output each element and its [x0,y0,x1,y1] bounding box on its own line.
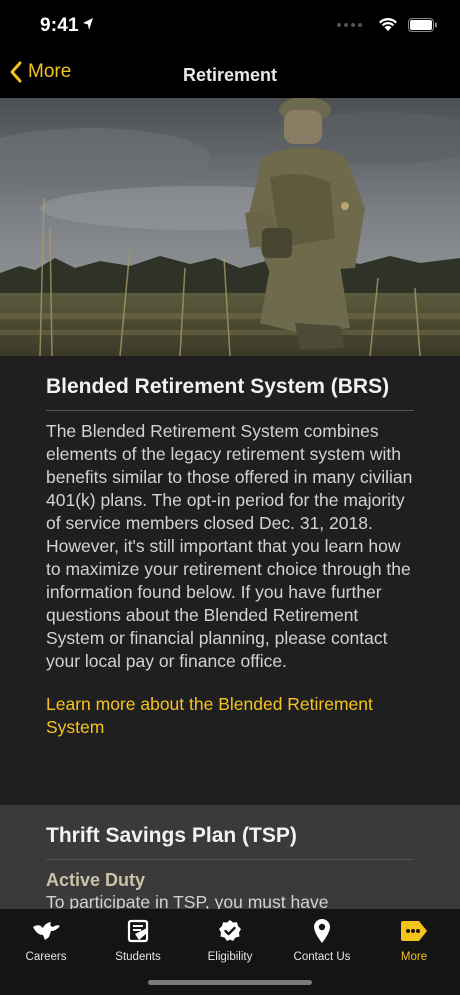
more-tag-icon [401,921,427,941]
signal-icon [337,22,362,27]
tab-contact-us[interactable]: Contact Us [276,917,368,963]
graduation-icon [127,919,149,943]
tab-students-label: Students [115,951,161,963]
wifi-icon [379,18,397,31]
brs-learn-more-link[interactable]: Learn more about the Blended Retirement … [46,693,414,739]
tab-eligibility[interactable]: Eligibility [184,917,276,963]
tab-careers[interactable]: Careers [0,917,92,963]
tab-students[interactable]: Students [92,917,184,963]
tsp-section: Thrift Savings Plan (TSP) Active Duty To… [0,805,460,909]
content-scroll[interactable]: Blended Retirement System (BRS) The Blen… [0,356,460,909]
home-indicator[interactable] [148,980,312,985]
tsp-subtitle: Active Duty [46,870,146,890]
tsp-body: To participate in TSP, you must have [46,892,329,909]
tab-contact-us-label: Contact Us [293,951,351,963]
battery-icon [408,17,437,32]
soldier-photo [0,98,460,356]
tab-eligibility-label: Eligibility [207,951,253,963]
tab-careers-label: Careers [25,951,67,963]
status-indicators [337,17,438,32]
eagle-icon [33,922,60,940]
check-badge-icon [219,920,241,941]
nav-bar: More Retirement [0,52,460,98]
brs-title: Blended Retirement System (BRS) [46,372,414,411]
location-arrow-icon [83,18,93,30]
tab-more-label: More [400,951,428,963]
location-pin-icon [314,919,330,943]
page-title: Retirement [182,65,278,85]
hero-image [0,98,460,356]
brs-section: Blended Retirement System (BRS) The Blen… [0,356,460,805]
tsp-title: Thrift Savings Plan (TSP) [46,821,414,860]
status-time: 9:41 [40,15,79,36]
tab-more[interactable]: More [368,917,460,963]
brs-body: The Blended Retirement System combines e… [46,421,413,671]
status-bar: 9:41 [0,0,460,52]
